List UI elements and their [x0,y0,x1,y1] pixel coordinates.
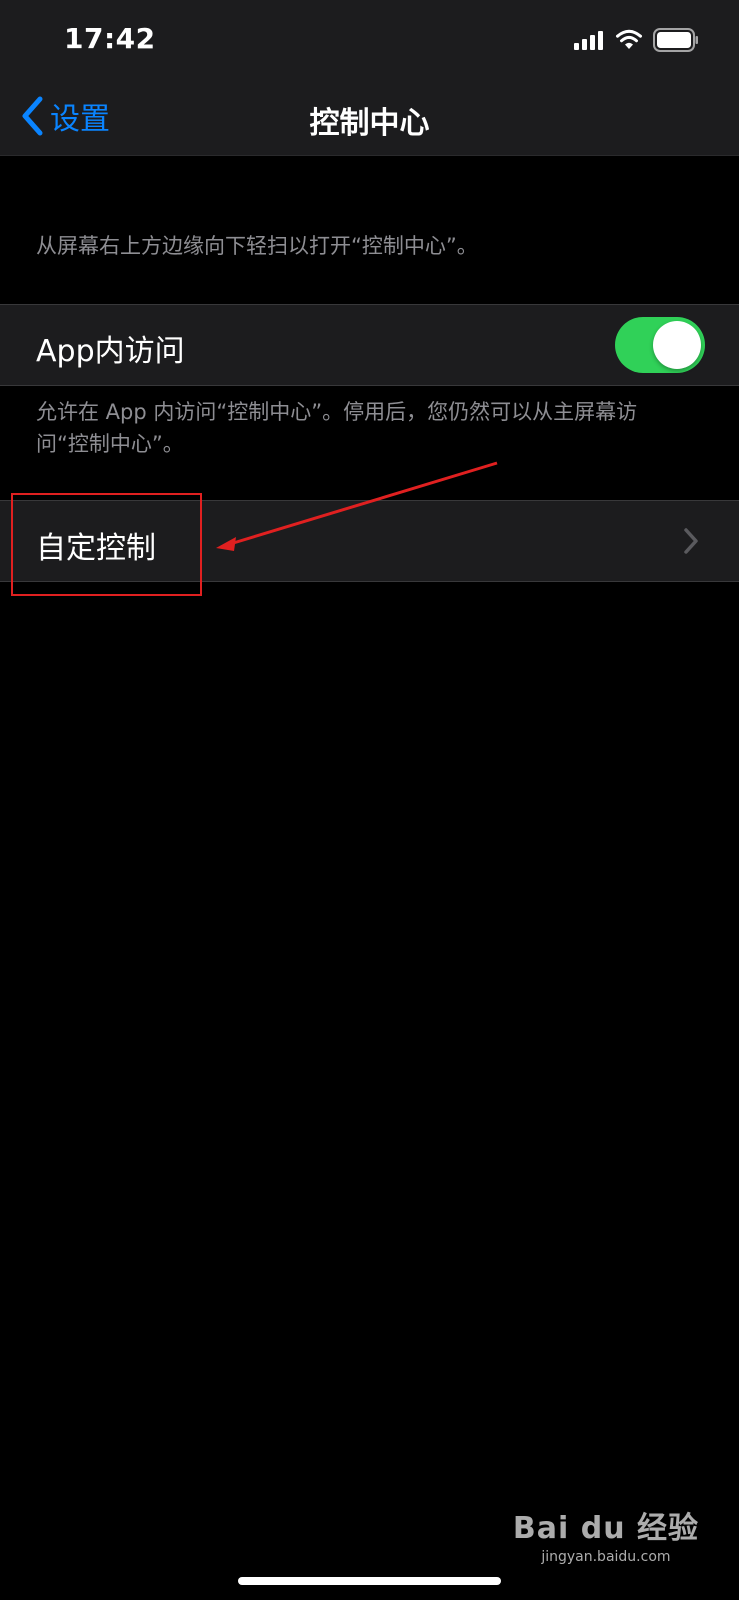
watermark-logo: Bai du 经验 jingyan.baidu.com [513,1503,699,1565]
status-bar: 17:42 [0,0,739,78]
home-indicator[interactable] [238,1577,501,1585]
watermark-domain: jingyan.baidu.com [541,1549,671,1565]
wifi-icon [616,29,642,49]
status-icons [573,26,699,54]
app-access-toggle[interactable] [615,317,705,373]
navigation-bar: 设置 控制中心 [0,78,739,156]
access-description: 允许在 App 内访问“控制中心”。停用后，您仍然可以从主屏幕访问“控制中心”。 [36,400,638,456]
settings-row-app-access: App内访问 [0,304,739,386]
watermark-brand: Bai du 经验 [512,1511,699,1546]
status-time: 17:42 [64,22,156,55]
battery-icon [653,28,698,52]
cellular-signal-icon [574,31,603,50]
intro-description: 从屏幕右上方边缘向下轻扫以打开“控制中心”。 [36,234,478,258]
annotation-highlight-box [11,493,202,596]
page-title: 控制中心 [309,106,430,141]
toggle-knob [653,321,701,369]
chevron-right-icon [684,528,698,554]
app-access-label: App内访问 [36,334,185,369]
